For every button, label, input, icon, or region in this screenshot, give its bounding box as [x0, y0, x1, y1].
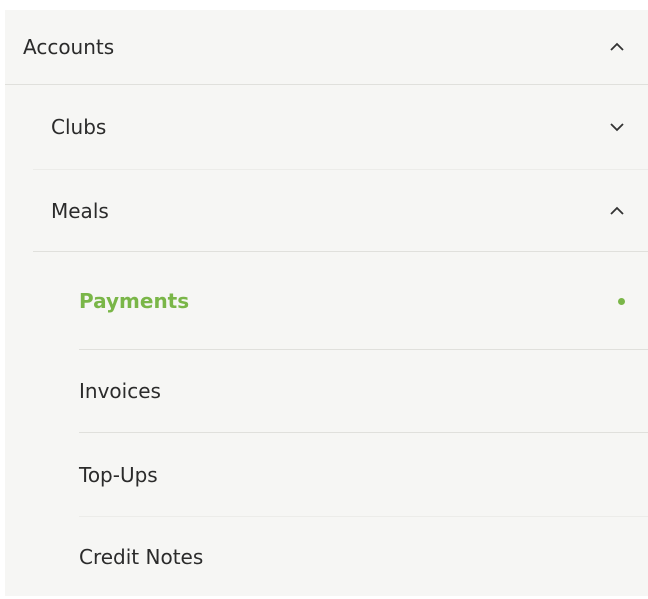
menu-item-accounts[interactable]: Accounts [5, 10, 648, 84]
navigation-menu: Accounts Clubs Meals Payments Invoices T… [5, 10, 648, 596]
menu-item-top-ups[interactable]: Top-Ups [79, 433, 648, 516]
chevron-up-icon[interactable] [610, 206, 624, 216]
menu-item-credit-notes-label: Credit Notes [79, 545, 204, 569]
active-dot-icon [618, 297, 625, 305]
menu-item-payments[interactable]: Payments [79, 252, 648, 349]
menu-item-meals-label: Meals [51, 198, 109, 223]
menu-item-payments-label: Payments [79, 288, 190, 313]
chevron-down-icon[interactable] [610, 122, 624, 132]
menu-item-invoices-label: Invoices [79, 379, 161, 403]
menu-item-accounts-label: Accounts [23, 35, 115, 59]
menu-item-credit-notes[interactable]: Credit Notes [79, 517, 648, 596]
menu-item-invoices[interactable]: Invoices [79, 350, 648, 432]
menu-item-top-ups-label: Top-Ups [79, 462, 158, 487]
menu-item-clubs-label: Clubs [51, 115, 107, 139]
chevron-up-icon[interactable] [610, 42, 624, 52]
menu-item-meals[interactable]: Meals [33, 170, 648, 251]
menu-item-clubs[interactable]: Clubs [33, 85, 648, 169]
